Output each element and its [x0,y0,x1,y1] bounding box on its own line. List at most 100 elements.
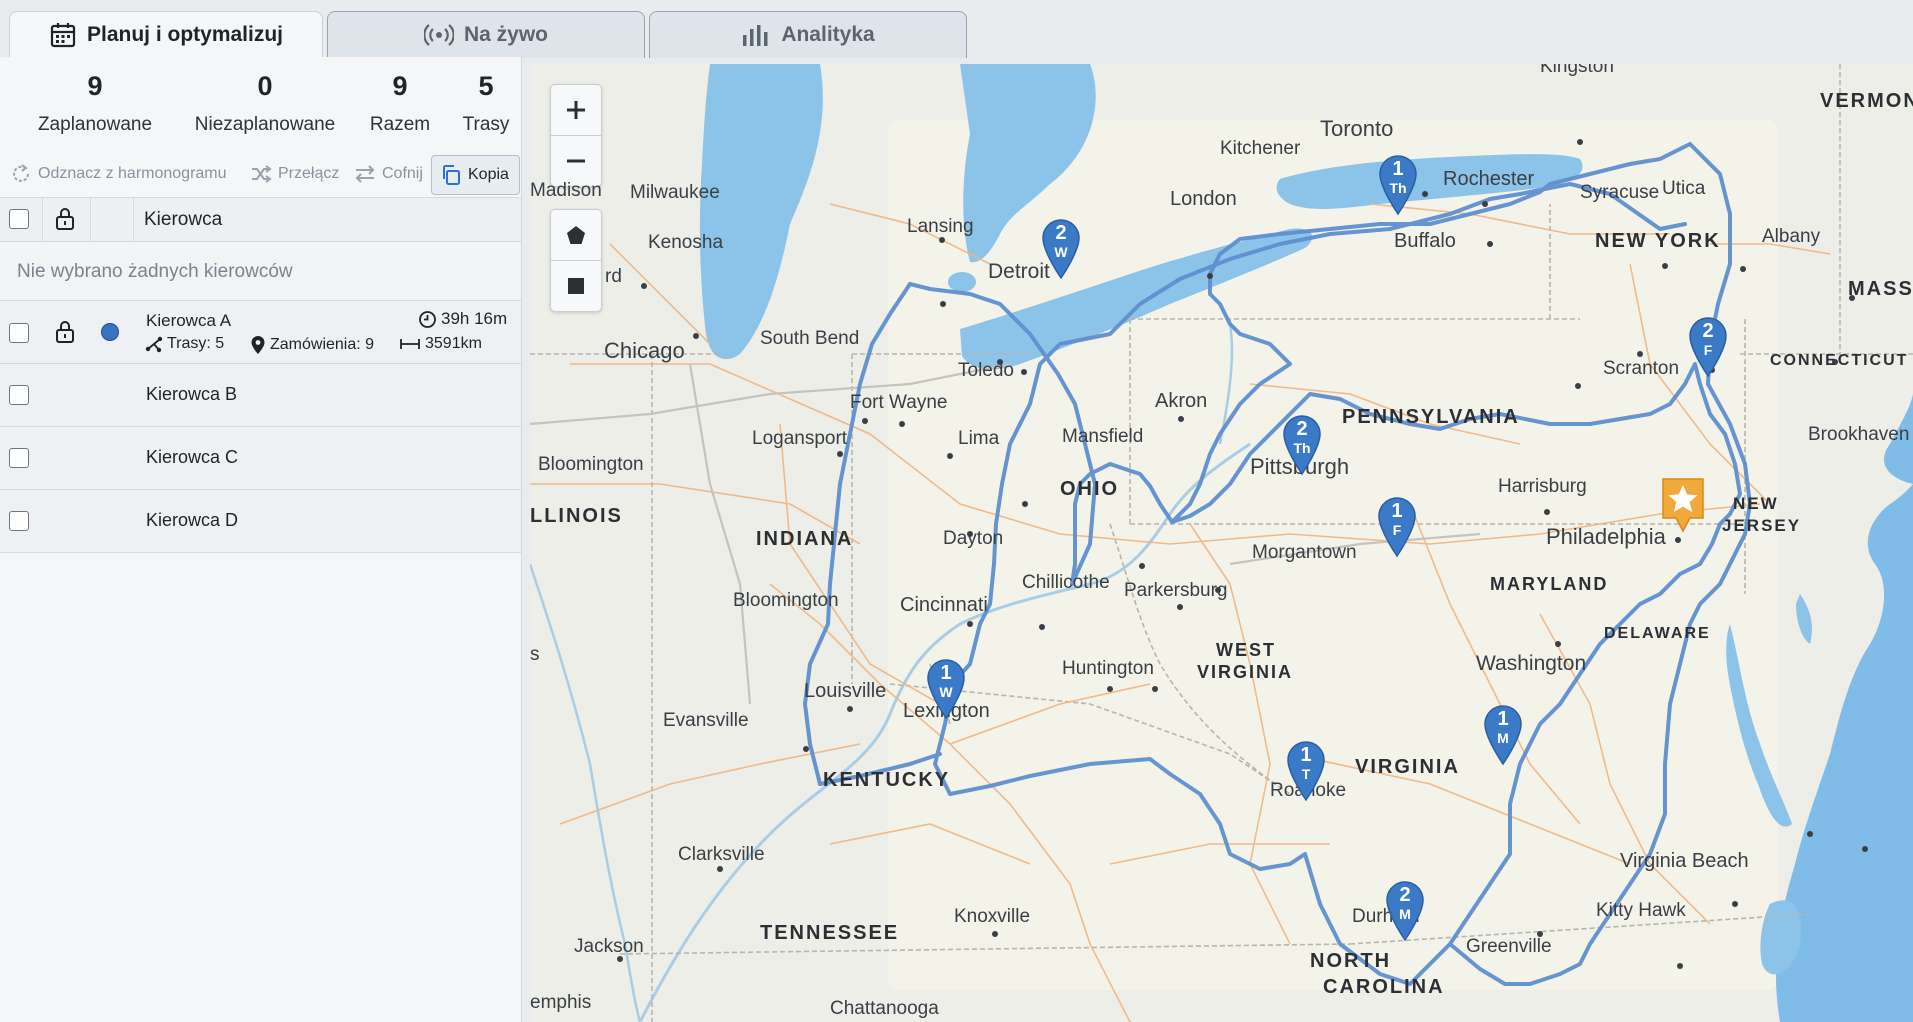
stat-value: 5 [478,71,494,101]
stop-marker[interactable]: 2 W [1041,218,1081,280]
driver-name: Kierowca D [146,510,239,530]
driver-checkbox[interactable] [9,511,29,531]
state-label: TENNESSEE [760,922,900,944]
city-label: Utica [1662,178,1706,199]
city-label: Akron [1155,390,1208,412]
stop-number: 1 [1391,500,1403,522]
state-label: LLINOIS [530,505,623,527]
state-label: MASSA [1848,278,1913,300]
top-tab-bar: Planuj i optymalizuj Na żywo Analityka [0,0,1913,64]
route-map[interactable]: VERMON NEW YORK MASSA CONNECTICUT PENNSY… [530,64,1913,1022]
draw-polygon-button[interactable] [551,210,601,260]
driver-column-header[interactable]: Kierowca [144,209,222,231]
stat-label: Razem [369,114,431,135]
city-label: Chillicothe [1022,572,1110,593]
state-label: NORTH [1310,950,1392,972]
city-label: Bloomington [733,590,839,611]
driver-checkbox[interactable] [9,323,29,343]
driver-color-dot [101,323,119,341]
driver-row-b[interactable]: Kierowca B [0,364,521,427]
state-label: VIRGINIA [1197,662,1294,682]
city-label: Parkersburg [1124,580,1228,601]
undo-label: Cofnij [382,165,423,182]
draw-control [550,209,602,312]
zoom-out-button[interactable] [551,136,601,186]
stop-marker[interactable]: 2 F [1688,316,1728,378]
tab-live[interactable]: Na żywo [327,11,645,58]
stop-day: Th [1389,180,1407,196]
state-label: JERSEY [1722,516,1802,535]
city-label: Kitty Hawk [1596,900,1686,921]
copy-button[interactable]: Kopia [431,155,520,195]
stop-marker[interactable]: 1 Th [1378,154,1418,216]
stop-day: T [1301,766,1311,782]
select-all-checkbox[interactable] [9,209,29,229]
driver-row-c[interactable]: Kierowca C [0,427,521,490]
city-label: Milwaukee [630,182,720,203]
stat-label: Trasy [462,114,510,135]
tab-plan-optimize[interactable]: Planuj i optymalizuj [9,11,323,58]
stop-number: 2 [1296,418,1308,440]
undo-button[interactable]: Cofnij [354,155,423,193]
stop-marker[interactable]: 1 T [1286,740,1326,802]
stop-marker[interactable]: 1 W [926,658,966,720]
driver-row-d[interactable]: Kierowca D [0,490,521,553]
driver-distance: 3591km [399,335,482,353]
city-label: Dayton [943,528,1004,549]
driver-row-a[interactable]: Kierowca A 39h 16m Trasy: 5 Zamówienia: … [0,301,521,364]
stop-marker[interactable]: 2 Th [1282,414,1322,476]
clock-icon [419,310,436,328]
minus-icon [567,159,585,163]
stat-routes: 5 Trasy [451,71,521,136]
stop-marker[interactable]: 1 F [1377,496,1417,558]
driver-table: Kierowca Nie wybrano żadnych kierowców K… [0,197,521,553]
tab-label: Analityka [781,23,875,46]
stop-day: M [1399,906,1411,922]
stat-label: Niezaplanowane [194,114,336,135]
zoom-control [550,84,602,187]
city-label: Brookhaven [1808,424,1910,445]
driver-duration: 39h 16m [418,309,507,329]
distance-icon [400,339,420,349]
broadcast-icon [423,24,454,46]
stat-total: 9 Razem [360,71,440,136]
stop-marker[interactable]: 2 M [1385,880,1425,942]
city-label: Louisville [804,680,887,702]
city-label: Kitchener [1220,138,1301,159]
stat-label: Zaplanowane [37,114,153,135]
tab-analytics[interactable]: Analityka [649,11,967,58]
city-label: Albany [1762,226,1821,247]
state-label: PENNSYLVANIA [1342,406,1520,428]
city-label: Greenville [1466,936,1552,957]
state-label: CAROLINA [1323,976,1445,998]
zoom-in-button[interactable] [551,85,601,135]
column-divider [42,198,43,241]
driver-checkbox[interactable] [9,448,29,468]
distance-value: 3591km [425,335,482,352]
city-label: Logansport [752,428,848,449]
stop-number: 1 [1392,158,1404,180]
stop-day: F [1703,342,1713,358]
draw-rectangle-button[interactable] [551,261,601,311]
stop-number: 1 [1300,744,1312,766]
driver-checkbox[interactable] [9,385,29,405]
stop-marker[interactable]: 1 M [1483,704,1523,766]
unlock-icon[interactable] [54,320,76,344]
unschedule-button[interactable]: Odznacz z harmonogramu [10,155,227,193]
switch-button[interactable]: Przełącz [250,155,339,193]
sidebar-panel: 9 Zaplanowane 0 Niezaplanowane 9 Razem 5… [0,57,522,1022]
city-label: Lansing [907,216,974,237]
column-divider [133,198,134,241]
city-label: Madison [530,180,602,201]
lock-icon[interactable] [54,207,76,231]
swap-icon [355,165,375,183]
city-label: Kingston [1540,64,1614,77]
state-label: INDIANA [756,528,854,550]
depot-marker[interactable] [1660,476,1706,534]
state-label: CONNECTICUT [1770,352,1909,369]
stat-scheduled: 9 Zaplanowane [30,71,160,136]
city-label: Philadelphia [1546,524,1666,549]
state-label: VERMON [1820,90,1913,112]
driver-name: Kierowca C [146,447,239,467]
city-label: Rochester [1443,168,1535,190]
